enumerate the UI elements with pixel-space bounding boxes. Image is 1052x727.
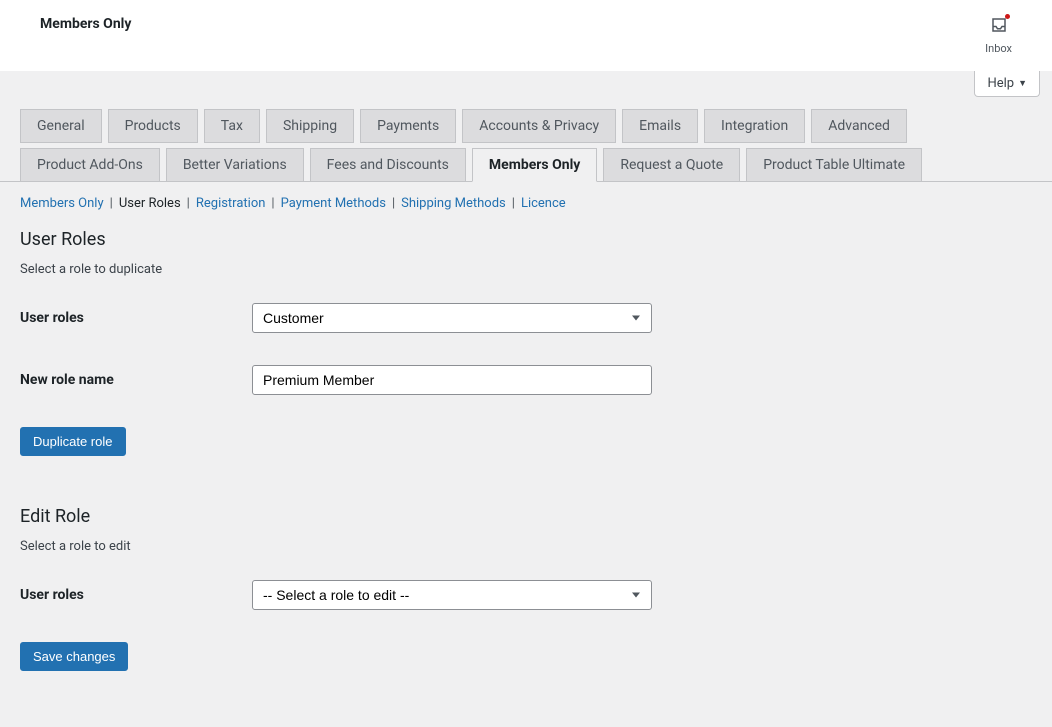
page-title: Members Only	[40, 16, 131, 32]
subnav-current: User Roles	[119, 196, 181, 211]
user-roles-label: User roles	[20, 310, 252, 326]
help-label: Help	[987, 76, 1014, 91]
tab-products[interactable]: Products	[108, 109, 198, 143]
tab-general[interactable]: General	[20, 109, 102, 143]
tab-shipping[interactable]: Shipping	[266, 109, 354, 143]
subnav-link-licence[interactable]: Licence	[521, 196, 566, 211]
user-roles-edit-label: User roles	[20, 587, 252, 603]
edit-role-heading: Edit Role	[20, 506, 1032, 527]
tab-better-variations[interactable]: Better Variations	[166, 148, 304, 182]
tab-payments[interactable]: Payments	[360, 109, 456, 143]
tab-advanced[interactable]: Advanced	[811, 109, 907, 143]
tabs-nav: GeneralProductsTaxShippingPaymentsAccoun…	[0, 97, 1052, 182]
tab-emails[interactable]: Emails	[622, 109, 698, 143]
user-roles-select-edit[interactable]: -- Select a role to edit --	[252, 580, 652, 610]
help-button[interactable]: Help ▼	[974, 71, 1040, 97]
subnav-link-registration[interactable]: Registration	[196, 196, 266, 211]
tab-product-table-ultimate[interactable]: Product Table Ultimate	[746, 148, 922, 182]
tab-product-add-ons[interactable]: Product Add-Ons	[20, 148, 160, 182]
subnav-link-payment-methods[interactable]: Payment Methods	[281, 196, 386, 211]
tab-tax[interactable]: Tax	[204, 109, 260, 143]
edit-subtext: Select a role to edit	[20, 539, 1032, 554]
subnav-link-members-only[interactable]: Members Only	[20, 196, 104, 211]
duplicate-role-button[interactable]: Duplicate role	[20, 427, 126, 456]
tab-request-a-quote[interactable]: Request a Quote	[603, 148, 740, 182]
new-role-name-input[interactable]	[252, 365, 652, 395]
save-changes-button[interactable]: Save changes	[20, 642, 128, 671]
user-roles-select-duplicate[interactable]: Customer	[252, 303, 652, 333]
inbox-label: Inbox	[985, 42, 1012, 55]
new-role-name-label: New role name	[20, 372, 252, 388]
subnav-link-shipping-methods[interactable]: Shipping Methods	[401, 196, 506, 211]
inbox-icon[interactable]	[990, 16, 1008, 38]
tab-members-only[interactable]: Members Only	[472, 148, 597, 182]
tab-fees-and-discounts[interactable]: Fees and Discounts	[310, 148, 466, 182]
chevron-down-icon: ▼	[1018, 78, 1027, 89]
duplicate-subtext: Select a role to duplicate	[20, 262, 1032, 277]
user-roles-heading: User Roles	[20, 229, 1032, 250]
tab-integration[interactable]: Integration	[704, 109, 805, 143]
tab-accounts-privacy[interactable]: Accounts & Privacy	[462, 109, 616, 143]
inbox-notification-dot	[1005, 14, 1010, 19]
sub-navigation: Members Only | User Roles | Registration…	[0, 182, 1052, 225]
